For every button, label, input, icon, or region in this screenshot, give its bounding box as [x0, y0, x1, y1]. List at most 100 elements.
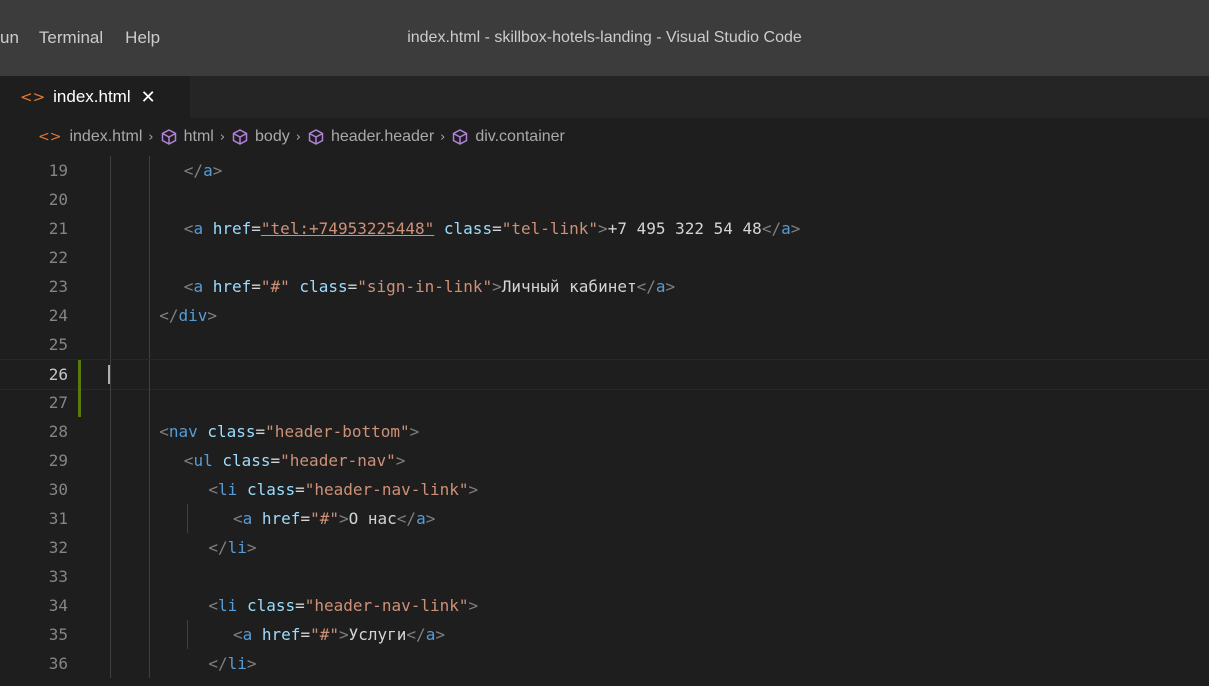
code-token: </	[761, 219, 782, 238]
line-number: 36	[48, 654, 68, 673]
gutter-added-marker	[78, 360, 81, 389]
tab-label: index.html	[53, 87, 131, 106]
code-token: li	[218, 480, 247, 499]
code-token: a	[193, 277, 213, 296]
code-line[interactable]: 35 <a href="#">Услуги</a>	[0, 620, 1209, 649]
code-token: </	[208, 654, 228, 673]
code-token: "header-nav-link"	[304, 596, 469, 615]
breadcrumb-item-container[interactable]: div.container	[451, 128, 565, 146]
code-line[interactable]: 36 </li>	[0, 649, 1209, 678]
code-line[interactable]: 19 </a>	[0, 156, 1209, 185]
code-token: >	[468, 596, 479, 615]
code-line[interactable]: 26	[0, 359, 1209, 390]
indent-guide	[187, 620, 189, 649]
code-token: li	[218, 596, 247, 615]
code-line[interactable]: 34 <li class="header-nav-link">	[0, 591, 1209, 620]
indent-guide	[110, 417, 111, 446]
code-token: >	[468, 480, 479, 499]
breadcrumb: <> index.html › html › body › header.hea…	[0, 118, 1209, 156]
code-text: <ul class="header-nav">	[184, 446, 406, 475]
line-number: 30	[48, 480, 68, 499]
code-token: </	[396, 509, 417, 528]
code-text: <li class="header-nav-link">	[208, 475, 478, 504]
menu-help[interactable]: Help	[125, 28, 160, 48]
breadcrumb-file[interactable]: index.html	[69, 128, 142, 146]
code-token: =	[300, 625, 311, 644]
menu-run[interactable]: un	[0, 28, 19, 48]
code-text: </a>	[184, 156, 223, 185]
html-file-icon: <>	[38, 129, 62, 145]
code-line[interactable]: 21 <a href="tel:+74953225448" class="tel-…	[0, 214, 1209, 243]
code-line[interactable]: 24 </div>	[0, 301, 1209, 330]
code-line[interactable]: 25	[0, 330, 1209, 359]
code-line[interactable]: 30 <li class="header-nav-link">	[0, 475, 1209, 504]
code-line[interactable]: 22	[0, 243, 1209, 272]
code-line[interactable]: 29 <ul class="header-nav">	[0, 446, 1209, 475]
line-number: 28	[48, 422, 68, 441]
code-line[interactable]: 27	[0, 388, 1209, 417]
indent-guide	[110, 243, 111, 272]
code-line[interactable]: 31 <a href="#">О нас</a>	[0, 504, 1209, 533]
line-number: 20	[48, 190, 68, 209]
code-token: =	[300, 509, 311, 528]
line-number: 34	[48, 596, 68, 615]
code-token: a	[193, 219, 213, 238]
indent-guide	[148, 620, 150, 649]
indent-guide	[148, 360, 150, 389]
code-token: =	[270, 451, 281, 470]
code-token: "header-bottom"	[265, 422, 410, 441]
line-number: 26	[48, 365, 68, 384]
code-token: </	[636, 277, 656, 296]
code-token: <	[183, 219, 194, 238]
code-token: Услуги	[348, 625, 407, 644]
line-number: 24	[48, 306, 68, 325]
code-token: =	[251, 277, 261, 296]
text-cursor	[108, 365, 110, 384]
code-line[interactable]: 28 <nav class="header-bottom">	[0, 417, 1209, 446]
code-line[interactable]: 20	[0, 185, 1209, 214]
gutter-added-marker	[78, 388, 81, 417]
code-token: >	[338, 509, 349, 528]
breadcrumb-item-html[interactable]: html	[160, 128, 214, 146]
code-token: class	[207, 422, 256, 441]
line-number: 33	[48, 567, 68, 586]
breadcrumb-item-body[interactable]: body	[231, 128, 290, 146]
code-token: a	[655, 277, 666, 296]
indent-guide	[110, 446, 111, 475]
code-editor[interactable]: 19 </a> 20 21 <a href="tel:+74953225448" cla…	[0, 156, 1209, 686]
code-token: <	[183, 277, 194, 296]
code-line[interactable]: 33	[0, 562, 1209, 591]
code-token: li	[227, 654, 247, 673]
code-token: "#"	[310, 509, 339, 528]
code-token: <	[208, 480, 219, 499]
indent-guide	[110, 301, 111, 330]
code-token: =	[492, 219, 502, 238]
close-icon[interactable]: ✕	[141, 87, 156, 108]
indent-guide	[148, 562, 150, 591]
code-token: </	[183, 161, 204, 180]
code-token: </	[208, 538, 228, 557]
code-text: </li>	[208, 533, 256, 562]
code-token: >	[492, 277, 502, 296]
code-token: class	[443, 219, 493, 238]
code-line[interactable]: 32 </li>	[0, 533, 1209, 562]
line-number: 32	[48, 538, 68, 557]
tab-index-html[interactable]: <> index.html ✕	[0, 76, 190, 118]
code-line[interactable]: 23 <a href="#" class="sign-in-link">Личны…	[0, 272, 1209, 301]
breadcrumb-item-header[interactable]: header.header	[307, 128, 434, 146]
menu-terminal[interactable]: Terminal	[39, 28, 103, 48]
code-token: href	[261, 625, 301, 644]
html-file-icon: <>	[20, 88, 46, 106]
line-number: 25	[48, 335, 68, 354]
breadcrumb-item-label: body	[255, 128, 290, 145]
code-token: >	[338, 625, 349, 644]
code-token: =	[295, 480, 305, 499]
code-token: a	[242, 509, 262, 528]
code-token: >	[246, 654, 257, 673]
cube-icon	[451, 128, 469, 146]
line-number: 21	[48, 219, 68, 238]
cube-icon	[231, 128, 249, 146]
title-bar: un Terminal Help index.html - skillbox-h…	[0, 0, 1209, 76]
line-number: 19	[48, 161, 68, 180]
code-token: ul	[193, 451, 223, 470]
